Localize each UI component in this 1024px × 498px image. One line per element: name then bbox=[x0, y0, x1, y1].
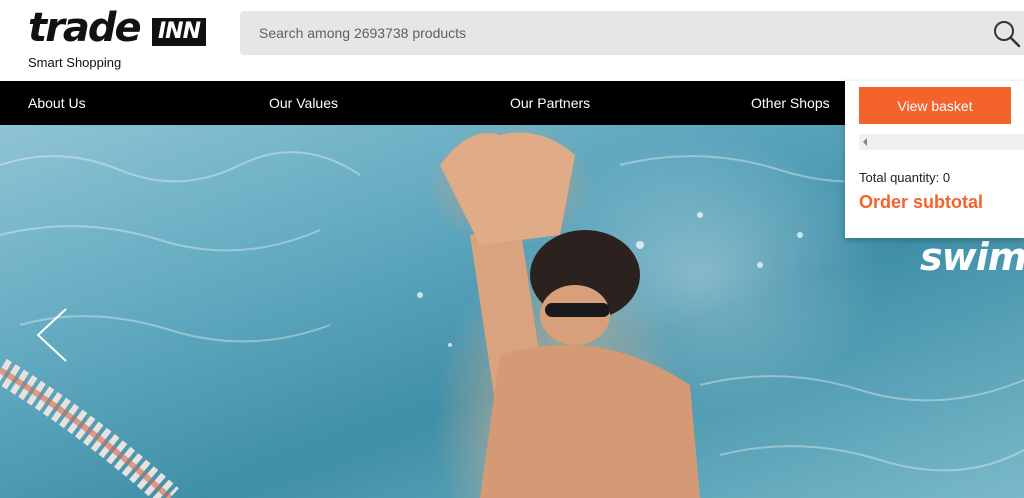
search-input[interactable] bbox=[240, 11, 980, 55]
logo-wordmark: trade bbox=[28, 5, 142, 51]
tagline: Smart Shopping bbox=[28, 55, 122, 70]
main-nav: About Us Our Values Our Partners Other S… bbox=[0, 81, 845, 125]
chevron-left-icon[interactable] bbox=[32, 305, 72, 365]
nav-item-other-shops[interactable]: Other Shops bbox=[751, 81, 830, 125]
scroll-left-icon[interactable] bbox=[863, 138, 867, 146]
order-subtotal: Order subtotal bbox=[859, 192, 984, 212]
basket-popup: View basket Total quantity: 0 Order subt… bbox=[845, 81, 1024, 238]
nav-item-our-values[interactable]: Our Values bbox=[269, 81, 338, 125]
logo[interactable]: trade INN Smart Shopping bbox=[28, 8, 218, 72]
hero-brand-text: swim bbox=[920, 235, 1024, 279]
total-quantity: Total quantity: 0 bbox=[859, 170, 951, 185]
view-basket-button[interactable]: View basket bbox=[859, 87, 1011, 124]
nav-item-about-us[interactable]: About Us bbox=[28, 81, 86, 125]
nav-item-our-partners[interactable]: Our Partners bbox=[510, 81, 590, 125]
search-bar bbox=[240, 11, 1024, 55]
logo-badge: INN bbox=[152, 18, 207, 46]
basket-scrollbar[interactable] bbox=[859, 134, 1024, 150]
search-icon[interactable] bbox=[992, 19, 1022, 49]
